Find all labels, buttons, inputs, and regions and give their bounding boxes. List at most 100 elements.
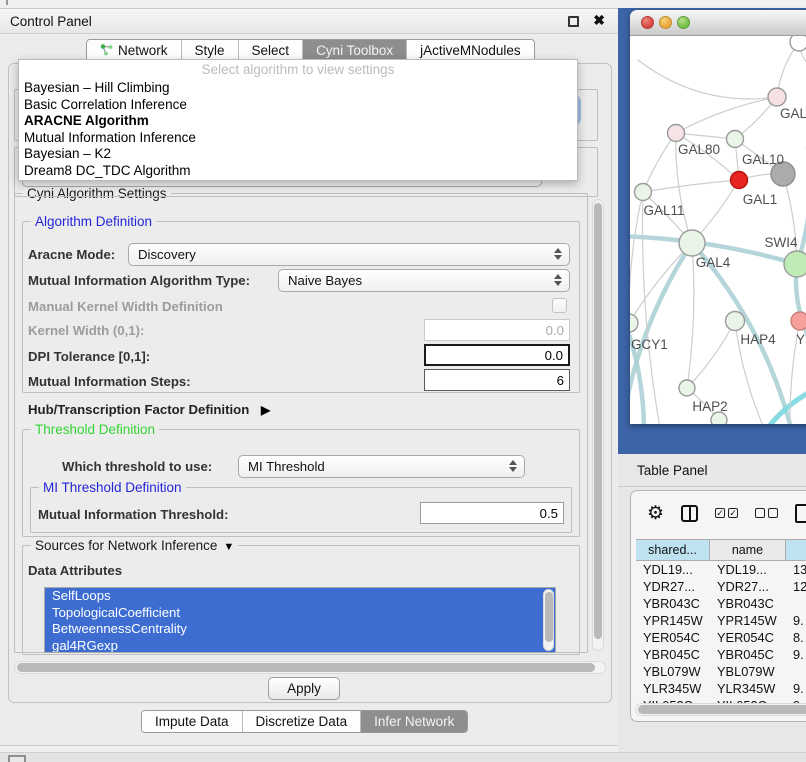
mi-type-label: Mutual Information Algorithm Type: bbox=[28, 273, 250, 288]
kernel-width-field[interactable] bbox=[424, 319, 570, 341]
table-panel-titlebar: Table Panel bbox=[618, 454, 806, 487]
zoom-traffic-light-icon[interactable] bbox=[677, 16, 690, 29]
table-row[interactable]: YBL079WYBL079W bbox=[636, 663, 806, 680]
table-row[interactable]: YBR045CYBR045C9. bbox=[636, 646, 806, 663]
sources-title[interactable]: Sources for Network Inference▼ bbox=[31, 538, 238, 553]
table-row[interactable]: YLR345WYLR345W9. bbox=[636, 680, 806, 697]
algorithm-option[interactable]: Mutual Information Inference bbox=[19, 130, 577, 147]
network-node-y[interactable] bbox=[791, 312, 806, 330]
table-row[interactable]: YDR27...YDR27...12 bbox=[636, 578, 806, 595]
mi-threshold-field[interactable] bbox=[420, 502, 564, 524]
network-node-gal10[interactable] bbox=[727, 131, 744, 148]
network-edge[interactable] bbox=[643, 180, 739, 192]
network-edge[interactable] bbox=[643, 133, 676, 192]
algorithm-option[interactable]: ARACNE Algorithm bbox=[19, 113, 577, 130]
network-node-gal4[interactable] bbox=[679, 230, 705, 256]
hub-definition-section[interactable]: Hub/Transcription Factor Definition ▶ bbox=[28, 402, 270, 417]
table-horizontal-scrollbar[interactable] bbox=[635, 703, 806, 716]
table-cell: 9. bbox=[786, 612, 806, 629]
node-label: GAL1 bbox=[743, 192, 778, 207]
node-label: HAP4 bbox=[740, 332, 776, 347]
network-edge[interactable] bbox=[687, 321, 735, 388]
network-edge[interactable] bbox=[687, 243, 694, 388]
table-cell: YPR145W bbox=[710, 612, 786, 629]
float-window-icon[interactable] bbox=[568, 16, 579, 27]
tab-select[interactable]: Select bbox=[239, 40, 304, 61]
network-canvas[interactable]: GALGAL80GAL10GAL1GAL11GAL4SWI4GCY1HAP4YH… bbox=[630, 36, 806, 424]
which-threshold-combo[interactable]: MI Threshold bbox=[238, 455, 525, 478]
network-node-hap4[interactable] bbox=[726, 312, 745, 331]
tab-label: Network bbox=[118, 43, 168, 58]
network-edge[interactable] bbox=[762, 392, 806, 424]
network-node-hap2[interactable] bbox=[679, 380, 695, 396]
tab-discretize-data[interactable]: Discretize Data bbox=[243, 711, 362, 732]
table-body: YDL19...YDL19...13YDR27...YDR27...12YBR0… bbox=[636, 561, 806, 714]
mi-steps-field[interactable] bbox=[424, 369, 570, 391]
column-header[interactable]: name bbox=[710, 540, 786, 560]
tab-label: jActiveMNodules bbox=[420, 43, 521, 58]
network-edge[interactable] bbox=[638, 60, 777, 99]
scrollbar-thumb[interactable] bbox=[594, 203, 602, 639]
gear-icon[interactable]: ⚙ bbox=[647, 504, 664, 523]
network-node-swi4[interactable] bbox=[784, 251, 806, 277]
collapse-down-icon[interactable]: ▼ bbox=[223, 541, 234, 553]
attributes-list-scrollbar[interactable] bbox=[543, 589, 554, 651]
algorithm-option[interactable]: Bayesian – Hill Climbing bbox=[19, 80, 577, 97]
panel-horizontal-scrollbar[interactable] bbox=[14, 661, 606, 674]
network-node[interactable] bbox=[790, 36, 806, 51]
network-node-gal1[interactable] bbox=[731, 172, 748, 189]
manual-kernel-checkbox[interactable] bbox=[552, 298, 567, 313]
settings-vertical-scrollbar[interactable] bbox=[592, 199, 604, 651]
table-row[interactable]: YPR145WYPR145W9. bbox=[636, 612, 806, 629]
tab-style[interactable]: Style bbox=[182, 40, 239, 61]
scrollbar-thumb[interactable] bbox=[17, 663, 595, 672]
table-row[interactable]: YDL19...YDL19...13 bbox=[636, 561, 806, 578]
scrollbar-thumb[interactable] bbox=[545, 592, 553, 642]
mi-type-combo[interactable]: Naive Bayes bbox=[278, 269, 570, 292]
tab-infer-network[interactable]: Infer Network bbox=[361, 711, 467, 732]
network-node-gal11[interactable] bbox=[635, 184, 652, 201]
apply-button[interactable]: Apply bbox=[268, 677, 340, 700]
network-edge[interactable] bbox=[797, 148, 806, 264]
algorithm-select-placeholder: Select algorithm to view settings bbox=[19, 60, 577, 80]
algorithm-list: Bayesian – Hill ClimbingBasic Correlatio… bbox=[19, 80, 577, 179]
attribute-item[interactable]: BetweennessCentrality bbox=[45, 621, 555, 638]
corner-button[interactable] bbox=[8, 755, 26, 762]
tab-cyni-toolbox[interactable]: Cyni Toolbox bbox=[303, 40, 407, 61]
document-icon[interactable] bbox=[795, 504, 806, 523]
attribute-item[interactable]: gal4RGexp bbox=[45, 638, 555, 654]
columns-icon[interactable] bbox=[681, 505, 698, 522]
table-row[interactable]: YBR043CYBR043C bbox=[636, 595, 806, 612]
table-cell: 8. bbox=[786, 629, 806, 646]
algorithm-option[interactable]: Bayesian – K2 bbox=[19, 146, 577, 163]
aracne-mode-combo[interactable]: Discovery bbox=[128, 243, 570, 266]
tab-jactivemnodules[interactable]: jActiveMNodules bbox=[407, 40, 534, 61]
attribute-item[interactable]: SelfLoops bbox=[45, 588, 555, 605]
node-table-card: ⚙ ✓✓ shared...nameA YDL19...YDL19...13YD… bbox=[630, 490, 806, 722]
expand-right-icon[interactable]: ▶ bbox=[261, 403, 270, 417]
checked-columns-icon[interactable]: ✓✓ bbox=[715, 508, 738, 518]
attribute-item[interactable]: TopologicalCoefficient bbox=[45, 605, 555, 622]
minimize-traffic-light-icon[interactable] bbox=[659, 16, 672, 29]
unchecked-columns-icon[interactable] bbox=[755, 508, 778, 518]
network-node-gal80[interactable] bbox=[668, 125, 685, 142]
close-icon[interactable]: ✖ bbox=[593, 12, 605, 29]
tab-network[interactable]: Network bbox=[87, 40, 182, 61]
network-edge[interactable] bbox=[630, 243, 692, 424]
node-label: GAL4 bbox=[696, 255, 731, 270]
scrollbar-thumb[interactable] bbox=[638, 705, 806, 714]
table-header-row: shared...nameA bbox=[636, 539, 806, 561]
table-panel: Table Panel ⚙ ✓✓ shared...nameA YDL19...… bbox=[618, 454, 806, 762]
network-node-gal[interactable] bbox=[768, 88, 786, 106]
algorithm-option[interactable]: Dream8 DC_TDC Algorithm bbox=[19, 163, 577, 180]
table-cell: YDL19... bbox=[710, 561, 786, 578]
tab-impute-data[interactable]: Impute Data bbox=[142, 711, 243, 732]
algorithm-option[interactable]: Basic Correlation Inference bbox=[19, 97, 577, 114]
data-attributes-list: SelfLoopsTopologicalCoefficientBetweenne… bbox=[44, 587, 556, 653]
close-traffic-light-icon[interactable] bbox=[641, 16, 654, 29]
column-header[interactable]: shared... bbox=[636, 540, 710, 560]
dpi-tolerance-field[interactable] bbox=[424, 344, 570, 366]
network-node-gcy1[interactable] bbox=[630, 314, 638, 332]
column-header[interactable]: A bbox=[786, 540, 806, 560]
table-row[interactable]: YER054CYER054C8. bbox=[636, 629, 806, 646]
